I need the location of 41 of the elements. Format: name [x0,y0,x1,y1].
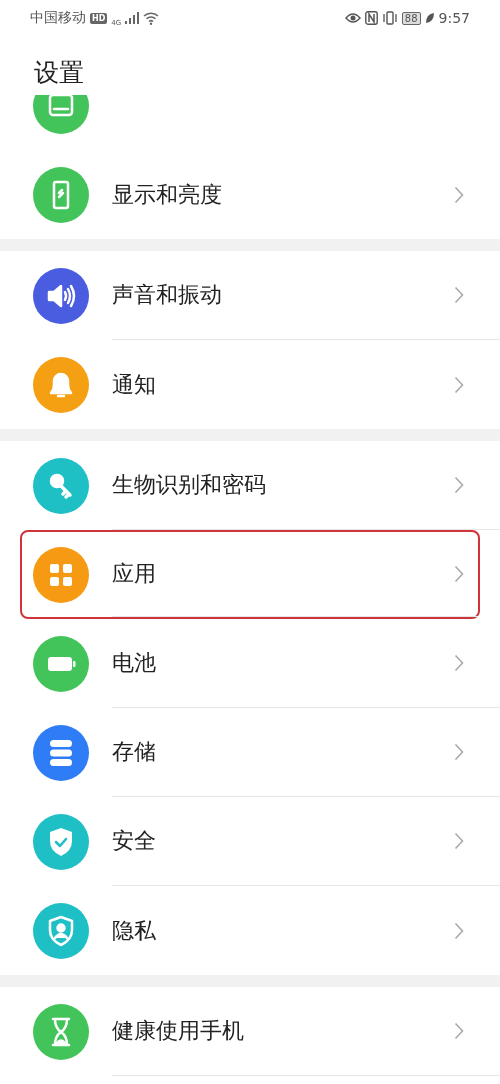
clock-time: 9:57 [438,10,470,26]
settings-row[interactable]: 隐私 [0,886,500,975]
settings-row[interactable]: 显示和亮度 [0,150,500,239]
vibrate-icon [381,11,398,25]
chevron-right-icon [454,375,464,394]
settings-row[interactable]: 安全 [0,797,500,886]
chevron-right-icon [454,743,464,761]
chevron-right-icon [454,476,464,494]
settings-row[interactable]: 存储 [0,708,500,797]
settings-row[interactable]: 电池 [0,619,500,708]
chevron-right-icon [454,565,464,583]
settings-label: 隐私 [112,916,156,945]
chevron-right-icon [454,832,464,850]
chevron-right-icon [454,921,464,940]
settings-label: 安全 [112,827,156,855]
settings-row[interactable]: 通知 [0,340,500,429]
settings-row[interactable]: 生物识别和密码 [0,441,500,530]
battery-level: 88 [401,11,421,25]
wifi-icon [143,11,160,25]
chevron-right-icon [454,1022,464,1040]
settings-row[interactable]: 健康使用手机 [0,987,500,1076]
settings-label: 存储 [112,738,156,766]
carrier-name: 中国移动 [30,9,86,27]
signal-icon [125,12,140,24]
settings-label: 健康使用手机 [112,1017,244,1045]
settings-label: 显示和亮度 [112,180,222,209]
settings-label: 应用 [112,560,156,588]
chevron-right-icon [454,185,464,204]
eye-icon [344,12,361,24]
highlighted-settings-row[interactable]: 应用 [20,530,480,619]
page-title: 设置 [33,57,85,89]
settings-row[interactable]: 声音和振动 [0,251,500,340]
settings-label: 电池 [112,649,156,677]
settings-label: 通知 [112,370,156,399]
chevron-right-icon [454,654,464,672]
settings-label: 生物识别和密码 [112,471,266,499]
nfc-icon [364,11,378,25]
leaf-icon [424,12,435,24]
hd-badge: HD [90,12,108,24]
settings-label: 声音和振动 [112,281,222,309]
chevron-right-icon [454,286,464,304]
